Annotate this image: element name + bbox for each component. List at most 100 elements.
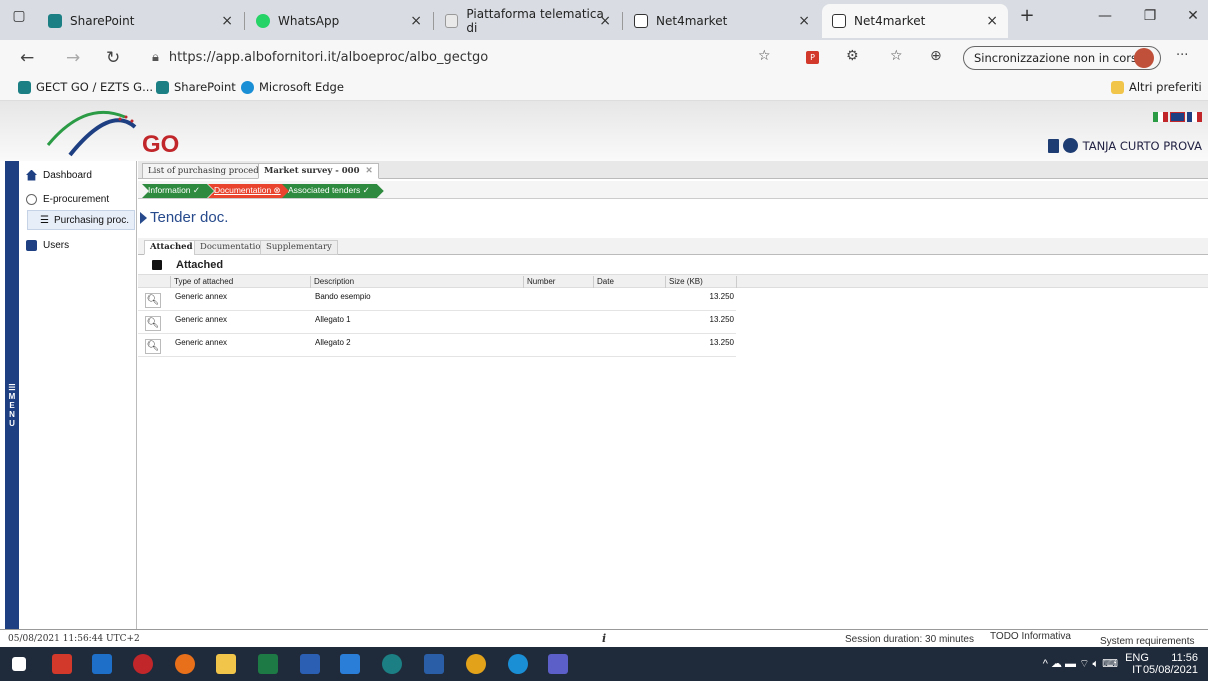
browser-tab-strip: ▢ SharePoint × WhatsApp × Piattaforma te… bbox=[0, 0, 1208, 40]
trello-icon[interactable] bbox=[340, 654, 360, 674]
pdf-extension-icon[interactable]: P bbox=[806, 51, 819, 64]
attached-header: Attached bbox=[138, 256, 1208, 274]
sidebar: Dashboard E-procurement ☰ Purchasing pro… bbox=[19, 161, 137, 629]
check-icon: ✓ bbox=[362, 185, 370, 195]
new-tab-button[interactable]: + bbox=[1012, 5, 1042, 26]
browser-tab-piattaforma[interactable]: Piattaforma telematica di × bbox=[435, 4, 621, 38]
col-type[interactable]: Type of attached bbox=[170, 276, 310, 288]
back-icon[interactable]: ← bbox=[20, 48, 34, 68]
system-requirements-link[interactable]: System requirements bbox=[1100, 636, 1194, 647]
tab-market-survey[interactable]: Market survey - 000 ✕ bbox=[258, 163, 379, 179]
more-menu-icon[interactable]: ··· bbox=[1176, 48, 1188, 63]
calculator-icon[interactable] bbox=[424, 654, 444, 674]
document-tabs: Attached Documentation Supplementary bbox=[138, 238, 1208, 255]
excel-icon[interactable] bbox=[258, 654, 278, 674]
unlock-icon[interactable] bbox=[152, 260, 162, 270]
sharepoint-icon bbox=[18, 80, 31, 94]
info-icon[interactable]: i bbox=[602, 632, 606, 645]
close-tab-icon[interactable]: × bbox=[221, 13, 233, 29]
sidebar-item-eprocurement[interactable]: E-procurement bbox=[19, 189, 137, 209]
sidebar-item-users[interactable]: Users bbox=[19, 235, 137, 255]
flag-en-icon[interactable] bbox=[1170, 112, 1185, 122]
view-button[interactable]: 🔍︎ bbox=[145, 293, 161, 308]
manual-icon[interactable] bbox=[1048, 139, 1059, 153]
col-number[interactable]: Number bbox=[523, 276, 593, 288]
refresh-icon[interactable]: ↻ bbox=[106, 48, 120, 68]
close-window-icon[interactable]: ✕ bbox=[1178, 8, 1208, 24]
close-tab-icon[interactable]: × bbox=[599, 13, 611, 29]
maximize-icon[interactable]: ❐ bbox=[1135, 8, 1165, 24]
collections-icon[interactable]: ⊕ bbox=[930, 48, 942, 64]
edge-icon[interactable] bbox=[508, 654, 528, 674]
browser-tab-whatsapp[interactable]: WhatsApp × bbox=[246, 4, 432, 38]
lock-icon: 🔒︎ bbox=[152, 49, 159, 65]
minimize-icon[interactable]: — bbox=[1090, 8, 1120, 24]
browser-tab-net4market-active[interactable]: Net4market × bbox=[822, 4, 1008, 38]
todo-link[interactable]: TODO Informativa bbox=[990, 631, 1071, 642]
error-icon: ⊗ bbox=[273, 185, 281, 195]
home-icon bbox=[26, 169, 37, 181]
tab-supplementary[interactable]: Supplementary bbox=[260, 240, 338, 255]
flag-fr-icon[interactable] bbox=[1187, 112, 1202, 122]
favorite-edge[interactable]: Microsoft Edge bbox=[241, 80, 344, 94]
forward-icon[interactable]: → bbox=[66, 48, 80, 68]
browser-tab-sharepoint[interactable]: SharePoint × bbox=[38, 4, 243, 38]
close-tab-icon[interactable]: × bbox=[986, 13, 998, 29]
table-row: 🔍︎ Generic annex Allegato 1 13.250 bbox=[138, 312, 736, 334]
close-tab-icon[interactable]: × bbox=[410, 13, 422, 29]
table-row: 🔍︎ Generic annex Bando esempio 13.250 bbox=[138, 289, 736, 311]
taskbar: ^ ☁ ▬ ⌔ 🔈︎ ⌨ ENG IT 11:56 05/08/2021 bbox=[0, 647, 1208, 681]
acrobat-icon[interactable] bbox=[52, 654, 72, 674]
url-field[interactable]: 🔒︎ https://app.albofornitori.it/alboepro… bbox=[152, 46, 792, 68]
app-header: GO TANJA CURTO PROVA bbox=[0, 101, 1208, 161]
tab-attached[interactable]: Attached bbox=[144, 240, 199, 255]
user-menu[interactable]: TANJA CURTO PROVA bbox=[1062, 138, 1202, 153]
step-information[interactable]: Information ✓ bbox=[142, 184, 214, 198]
address-bar-row: ← → ↻ 🔒︎ https://app.albofornitori.it/al… bbox=[0, 40, 1208, 74]
main-content: List of purchasing procedures Market sur… bbox=[138, 161, 1208, 629]
start-icon[interactable] bbox=[12, 657, 26, 671]
sidebar-item-dashboard[interactable]: Dashboard bbox=[19, 165, 137, 185]
other-favorites[interactable]: Altri preferiti bbox=[1111, 80, 1202, 94]
view-button[interactable]: 🔍︎ bbox=[145, 316, 161, 331]
menu-toggle[interactable]: ☰ M E N U bbox=[5, 161, 19, 629]
table-header: Type of attached Description Number Date… bbox=[138, 274, 1208, 288]
sync-button[interactable]: Sincronizzazione non in corso bbox=[963, 46, 1161, 70]
teams-icon[interactable] bbox=[548, 654, 568, 674]
step-associated-tenders[interactable]: Associated tenders ✓ bbox=[282, 184, 384, 198]
flag-it-icon[interactable] bbox=[1153, 112, 1168, 122]
check-icon: ✓ bbox=[192, 185, 201, 195]
tray-icons: ^ ☁ ▬ ⌔ 🔈︎ ⌨ bbox=[1042, 658, 1118, 670]
page-tabs: List of purchasing procedures Market sur… bbox=[138, 161, 1208, 179]
sharepoint-icon bbox=[156, 80, 169, 94]
view-button[interactable]: 🔍︎ bbox=[145, 339, 161, 354]
clock[interactable]: 11:56 05/08/2021 bbox=[1138, 652, 1198, 676]
timestamp: 05/08/2021 11:56:44 UTC+2 bbox=[8, 634, 140, 644]
extensions-icon[interactable]: ⚙︎ bbox=[846, 48, 859, 64]
col-size[interactable]: Size (KB) bbox=[665, 276, 736, 288]
step-documentation[interactable]: Documentation ⊗ bbox=[208, 184, 295, 198]
browser-tab-net4market[interactable]: Net4market × bbox=[624, 4, 820, 38]
col-description[interactable]: Description bbox=[310, 276, 523, 288]
file-explorer-icon[interactable] bbox=[216, 654, 236, 674]
sharepoint-icon[interactable] bbox=[382, 654, 402, 674]
close-tab-icon[interactable]: ✕ bbox=[365, 166, 372, 176]
outlook-icon[interactable] bbox=[92, 654, 112, 674]
logo-text: GO bbox=[142, 131, 180, 158]
close-tab-icon[interactable]: × bbox=[798, 13, 810, 29]
favorite-star-icon[interactable]: ☆ bbox=[758, 48, 771, 64]
table-row: 🔍︎ Generic annex Allegato 2 13.250 bbox=[138, 335, 736, 357]
word-icon[interactable] bbox=[300, 654, 320, 674]
firefox-icon[interactable] bbox=[175, 654, 195, 674]
app-icon[interactable] bbox=[133, 654, 153, 674]
menu-label: ☰ M E N U bbox=[8, 383, 16, 428]
profile-avatar bbox=[1134, 48, 1154, 68]
sidebar-item-purchasing[interactable]: ☰ Purchasing proc. bbox=[27, 210, 135, 230]
favorites-icon[interactable]: ☆ bbox=[890, 48, 903, 64]
wizard-steps: Information ✓ Documentation ⊗ Associated… bbox=[138, 181, 1208, 199]
favorite-gect[interactable]: GECT GO / EZTS G... bbox=[18, 80, 153, 94]
tab-actions-icon[interactable]: ▢ bbox=[4, 8, 34, 24]
chrome-icon[interactable] bbox=[466, 654, 486, 674]
col-date[interactable]: Date bbox=[593, 276, 665, 288]
favorite-sharepoint[interactable]: SharePoint bbox=[156, 80, 236, 94]
